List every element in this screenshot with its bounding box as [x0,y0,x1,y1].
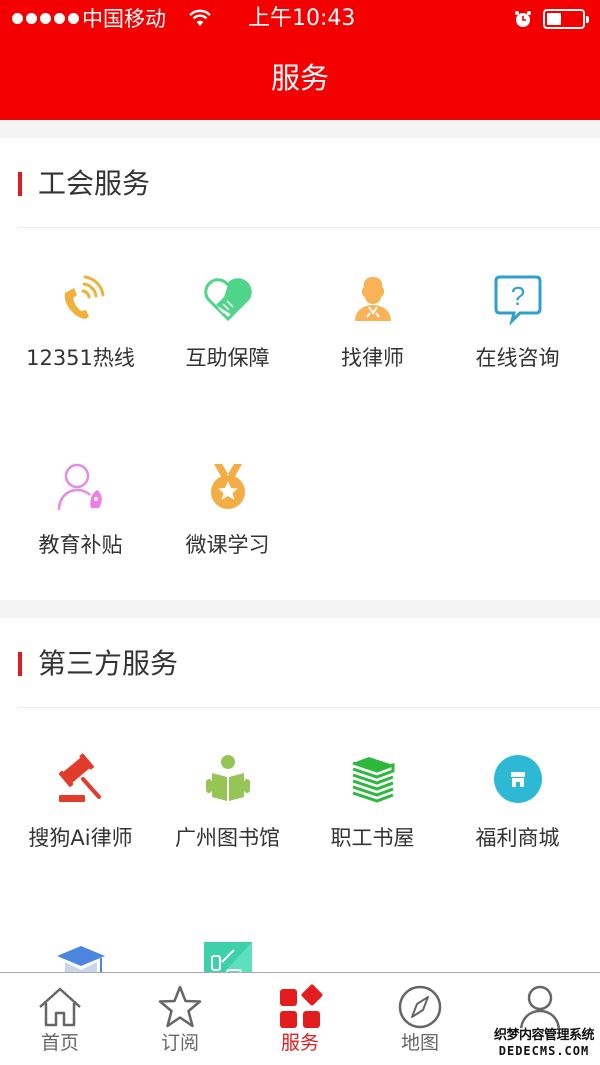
shop-icon [493,755,542,803]
service-label: 教育补贴 [38,533,123,557]
service-item-welfare-mall[interactable]: 福利商城 [445,753,590,883]
carrier-name: 中国移动 [82,7,166,31]
question-bubble-icon: ? [494,275,541,325]
watermark-line1: 织梦内容管理系统 [493,1028,595,1043]
service-label: 互助保障 [185,346,270,370]
service-item-education-subsidy[interactable]: 教育补贴 [8,460,153,590]
wifi-icon [189,9,211,26]
service-item-hotline[interactable]: 12351热线 [8,273,153,403]
service-label: 在线咨询 [475,346,560,370]
tab-map[interactable]: 地图 [360,973,480,1065]
signal-strength-icon [12,13,79,24]
section-accent-bar [18,172,22,196]
user-icon [519,985,561,1031]
divider [18,707,600,708]
service-label: 找律师 [341,346,404,370]
service-label: 广州图书馆 [175,826,280,850]
alarm-icon [515,11,531,27]
tab-services[interactable]: 服务 [240,973,360,1065]
watermark: 织梦内容管理系统 DEDECMS.COM [490,1028,598,1058]
service-label: 12351热线 [26,346,135,370]
service-label: 搜狗Ai律师 [28,826,133,850]
user-rocket-icon [57,463,102,511]
tab-label: 地图 [400,1032,439,1054]
svg-text:?: ? [510,281,524,311]
reading-person-icon [205,755,250,801]
compass-icon [398,985,442,1029]
status-bar: 中国移动 上午10:43 [0,0,600,40]
third-party-services-section: 第三方服务 搜狗Ai律师 广州图书馆 职工书屋 福利商城 [0,618,600,990]
tab-home[interactable]: 首页 [0,973,120,1065]
section-title: 第三方服务 [38,647,179,680]
book-stack-icon [352,757,394,803]
service-item-find-lawyer[interactable]: 找律师 [300,273,445,403]
service-item-sogou-ai-lawyer[interactable]: 搜狗Ai律师 [8,753,153,883]
service-label: 福利商城 [475,826,560,850]
section-title: 工会服务 [38,167,151,200]
service-item-mutual-aid[interactable]: 互助保障 [155,273,300,403]
divider [18,227,600,228]
section-header: 工会服务 [0,138,600,228]
service-item-guangzhou-library[interactable]: 广州图书馆 [155,753,300,883]
handshake-heart-icon [203,278,252,322]
phone-icon [64,275,104,319]
tab-label: 订阅 [160,1032,199,1054]
section-header: 第三方服务 [0,618,600,708]
services-grid-icon [280,984,323,1028]
status-time: 上午10:43 [248,6,356,31]
lawyer-icon [354,277,391,321]
tab-subscribe[interactable]: 订阅 [120,973,240,1065]
battery-icon [543,9,589,29]
tab-label: 服务 [280,1032,319,1054]
service-item-online-consult[interactable]: ? 在线咨询 [445,273,590,403]
service-item-staff-bookstore[interactable]: 职工书屋 [300,753,445,883]
service-item-micro-course[interactable]: 微课学习 [155,460,300,590]
page-title: 服务 [270,61,329,95]
top-bar: 中国移动 上午10:43 服务 [0,0,600,120]
gavel-icon [58,753,101,802]
service-label: 职工书屋 [330,826,415,850]
tab-label: 首页 [40,1032,79,1054]
home-icon [39,987,81,1027]
medal-icon [210,464,245,509]
section-accent-bar [18,652,22,676]
service-label: 微课学习 [185,533,270,557]
union-services-section: 工会服务 12351热线 互助保障 找律师 ? 在线咨询 教育补贴 微课学习 [0,138,600,600]
star-icon [158,985,202,1028]
watermark-line2: DEDECMS.COM [498,1044,590,1058]
